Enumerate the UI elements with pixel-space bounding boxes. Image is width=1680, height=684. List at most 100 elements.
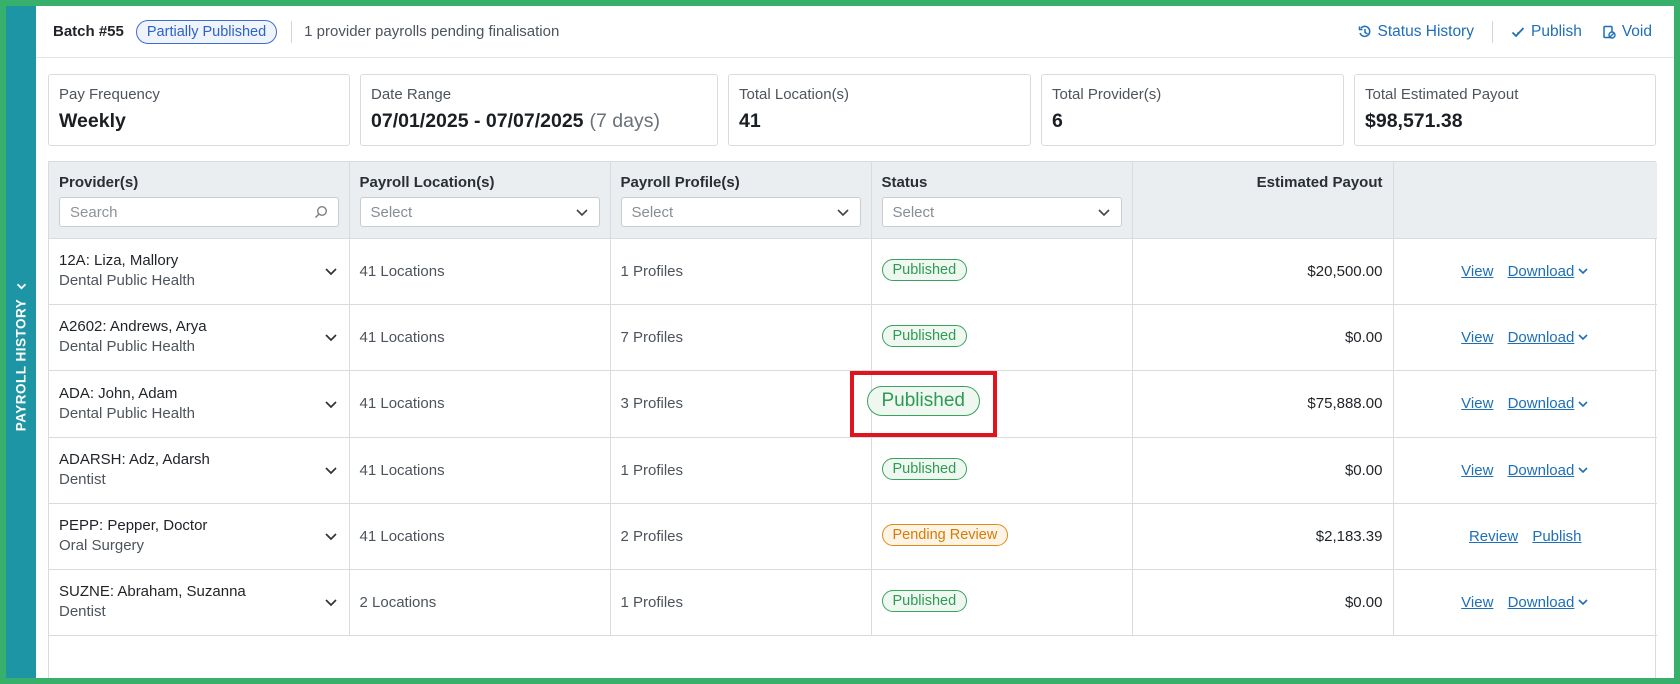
provider-name: 12A: Liza, Mallory <box>59 252 179 269</box>
payout-cell: $0.00 <box>1132 569 1394 636</box>
view-link[interactable]: View <box>1461 594 1493 611</box>
highlight-box: Published <box>849 370 997 437</box>
provider-search-filter <box>59 197 339 227</box>
provider-name: SUZNE: Abraham, Suzanna <box>59 583 246 600</box>
download-dropdown[interactable]: Download <box>1508 263 1590 280</box>
status-badge: Pending Review <box>881 524 1009 546</box>
chevron-down-icon <box>1578 268 1588 275</box>
card-label: Pay Frequency <box>59 86 160 103</box>
download-dropdown[interactable]: Download <box>1508 395 1590 412</box>
location-select[interactable]: Select <box>359 197 600 227</box>
status-cell: Pending Review <box>871 503 1133 570</box>
provider-specialty: Dental Public Health <box>59 404 195 422</box>
batch-header: Batch #55 Partially Published 1 provider… <box>36 6 1674 58</box>
header-action-divider <box>1491 20 1493 43</box>
card-label: Total Provider(s) <box>1052 86 1162 103</box>
publish-link[interactable]: Publish <box>1532 528 1581 545</box>
profiles-cell: 2 Profiles <box>610 503 872 570</box>
location-select-placeholder: Select <box>370 203 413 221</box>
total-providers-card: Total Provider(s) 6 <box>1041 74 1344 146</box>
status-badge[interactable]: Published <box>866 385 980 416</box>
download-dropdown[interactable]: Download <box>1508 462 1590 479</box>
download-dropdown[interactable]: Download <box>1508 329 1590 346</box>
actions-cell: View Download <box>1393 437 1657 504</box>
review-link[interactable]: Review <box>1469 528 1518 545</box>
provider-column-header: Provider(s) <box>49 162 350 239</box>
view-link[interactable]: View <box>1461 395 1493 412</box>
chevron-down-icon <box>1578 400 1588 407</box>
status-select-placeholder: Select <box>892 203 935 221</box>
chevron-down-icon <box>1097 209 1110 217</box>
provider-search-input[interactable] <box>70 203 270 221</box>
download-dropdown[interactable]: Download <box>1508 594 1590 611</box>
locations-cell: 41 Locations <box>349 370 611 438</box>
card-label: Total Estimated Payout <box>1365 86 1519 103</box>
provider-name: A2602: Andrews, Arya <box>59 318 207 335</box>
table-row: ADA: John, Adam Dental Public Health 41 … <box>49 370 1657 438</box>
expand-row-button[interactable] <box>323 594 339 610</box>
view-link[interactable]: View <box>1461 329 1493 346</box>
chevron-down-icon <box>575 209 588 217</box>
total-locations-card: Total Location(s) 41 <box>728 74 1031 146</box>
provider-specialty: Oral Surgery <box>59 537 145 554</box>
payroll-history-tab[interactable]: PAYROLL HISTORY <box>6 6 36 678</box>
chevron-down-icon <box>324 268 337 276</box>
provider-cell: 12A: Liza, Mallory Dental Public Health <box>49 238 350 305</box>
status-history-button[interactable]: Status History <box>1348 23 1484 41</box>
locations-cell: 2 Locations <box>349 569 611 636</box>
view-link[interactable]: View <box>1461 263 1493 280</box>
provider-cell: ADA: John, Adam Dental Public Health <box>49 370 350 438</box>
expand-row-button[interactable] <box>323 528 339 544</box>
view-link[interactable]: View <box>1461 462 1493 479</box>
expand-row-button[interactable] <box>323 396 339 412</box>
provider-specialty: Dentist <box>59 603 106 620</box>
status-select[interactable]: Select <box>881 197 1122 227</box>
card-value: 07/01/2025 - 07/07/2025 <box>371 110 584 132</box>
location-column-header: Payroll Location(s) Select <box>349 162 611 239</box>
locations-cell: 41 Locations <box>349 437 611 504</box>
expand-row-button[interactable] <box>323 329 339 345</box>
card-value: 6 <box>1052 110 1063 132</box>
publish-batch-label: Publish <box>1530 22 1582 40</box>
chevron-down-icon <box>1578 334 1588 341</box>
date-range-days: (7 days) <box>589 110 660 132</box>
batch-status-badge: Partially Published <box>135 19 278 44</box>
provider-cell: SUZNE: Abraham, Suzanna Dentist <box>49 569 350 636</box>
status-history-label: Status History <box>1377 22 1474 40</box>
chevron-down-icon <box>324 599 337 607</box>
actions-cell: View Download <box>1393 569 1657 636</box>
card-value: Weekly <box>59 110 126 132</box>
void-batch-button[interactable]: Void <box>1592 23 1662 41</box>
card-label: Total Location(s) <box>739 86 850 103</box>
profiles-cell: 1 Profiles <box>610 569 872 636</box>
void-batch-label: Void <box>1621 22 1652 40</box>
card-label: Date Range <box>371 86 452 103</box>
payout-cell: $20,500.00 <box>1132 238 1394 305</box>
status-cell: Published <box>849 370 1133 438</box>
chevron-down-icon <box>16 284 26 291</box>
void-icon <box>1603 25 1616 39</box>
app-frame: PAYROLL HISTORY Batch #55 Partially Publ… <box>6 6 1674 678</box>
profile-select[interactable]: Select <box>620 197 861 227</box>
provider-name: ADA: John, Adam <box>59 384 178 402</box>
locations-cell: 41 Locations <box>349 238 611 305</box>
batch-title: Batch #55 <box>53 23 124 40</box>
expand-row-button[interactable] <box>323 263 339 279</box>
table-row: ADARSH: Adz, Adarsh Dentist 41 Locations… <box>49 437 1657 504</box>
publish-batch-button[interactable]: Publish <box>1501 23 1592 41</box>
provider-cell: A2602: Andrews, Arya Dental Public Healt… <box>49 304 350 371</box>
table-row: SUZNE: Abraham, Suzanna Dentist 2 Locati… <box>49 569 1657 636</box>
table-row: PEPP: Pepper, Doctor Oral Surgery 41 Loc… <box>49 503 1657 570</box>
locations-cell: 41 Locations <box>349 304 611 371</box>
provider-specialty: Dentist <box>59 471 106 488</box>
expand-row-button[interactable] <box>323 462 339 478</box>
actions-cell: View Download <box>1393 304 1657 371</box>
payout-cell: $2,183.39 <box>1132 503 1394 570</box>
payout-cell: $0.00 <box>1132 437 1394 504</box>
summary-cards: Pay Frequency Weekly Date Range 07/01/20… <box>36 58 1674 146</box>
status-cell: Published <box>871 304 1133 371</box>
status-badge: Published <box>881 590 968 612</box>
chevron-down-icon <box>324 467 337 475</box>
provider-name: ADARSH: Adz, Adarsh <box>59 451 210 468</box>
provider-specialty: Dental Public Health <box>59 338 195 355</box>
